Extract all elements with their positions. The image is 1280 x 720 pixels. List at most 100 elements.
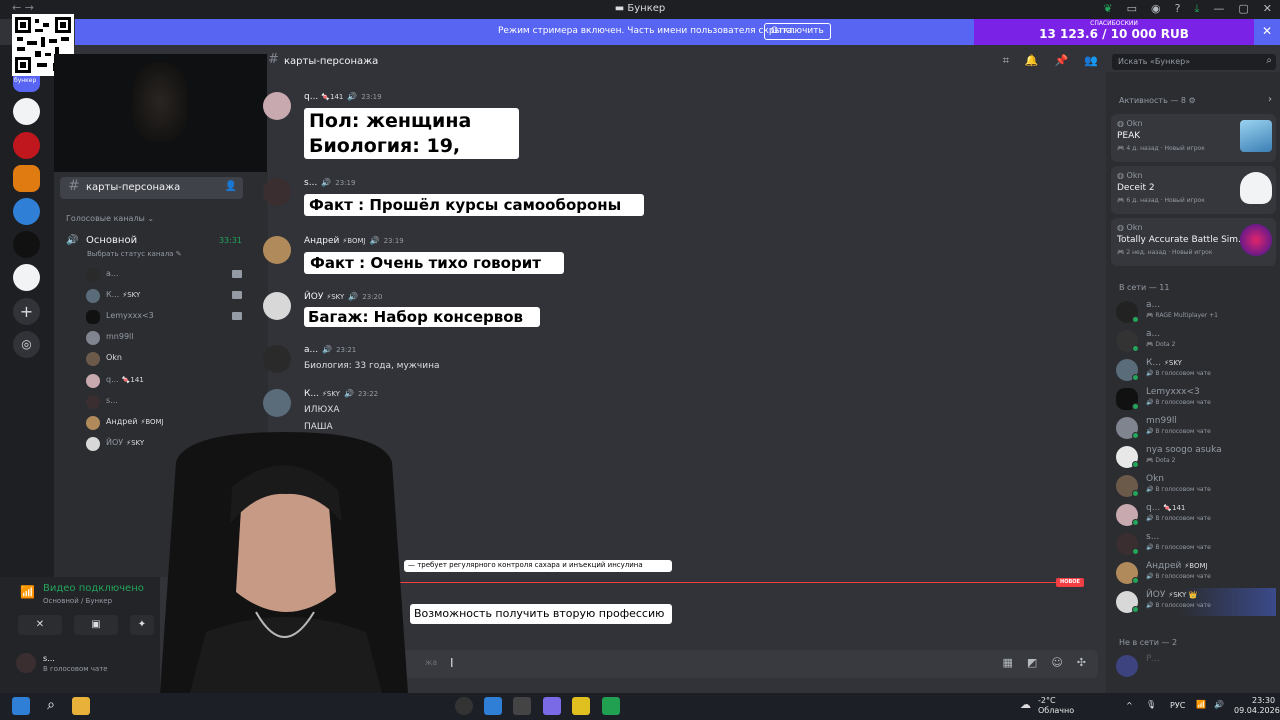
member-item[interactable]: Р...: [1116, 652, 1276, 680]
member-status: 🔊 В голосовом чате: [1146, 544, 1211, 551]
member-item[interactable]: Okn 🔊 В голосовом чате: [1116, 472, 1276, 500]
message-input[interactable]: жа I ▦ ◩ ☺ ✣: [400, 650, 1098, 678]
server-icon-4[interactable]: [13, 198, 40, 225]
gear-icon[interactable]: ⚙: [1189, 96, 1196, 105]
maximize-button[interactable]: ▢: [1238, 2, 1248, 16]
member-item[interactable]: К... ⚡SKY 🔊 В голосовом чате: [1116, 356, 1276, 384]
mic-icon[interactable]: 🎙: [1146, 700, 1156, 709]
character-card-image[interactable]: Факт : Очень тихо говорит: [304, 252, 564, 274]
message-author[interactable]: q...: [304, 92, 318, 102]
avatar[interactable]: [263, 345, 291, 373]
inbox-icon[interactable]: ▭: [1127, 2, 1137, 16]
user-avatar[interactable]: [16, 653, 36, 673]
tray-arrow-icon[interactable]: ^: [1126, 701, 1133, 710]
message-author[interactable]: а...: [304, 345, 318, 355]
message-author[interactable]: ЙОУ: [304, 292, 323, 302]
download-icon[interactable]: ⤓: [1195, 2, 1200, 16]
leaf-icon[interactable]: ❦: [1103, 2, 1112, 16]
member-item[interactable]: mn99ll 🔊 В голосовом чате: [1116, 414, 1276, 442]
server-icon-2[interactable]: [13, 132, 40, 159]
bell-icon[interactable]: 🔔: [1025, 54, 1039, 68]
voice-user[interactable]: s...: [86, 394, 242, 410]
member-item[interactable]: а... 🎮 Dota 2: [1116, 327, 1276, 355]
clock-date[interactable]: 09.04.2026: [1234, 706, 1280, 715]
members-icon[interactable]: 👥: [1084, 54, 1098, 68]
member-item[interactable]: q... 🍬141 🔊 В голосовом чате: [1116, 501, 1276, 529]
add-member-icon[interactable]: 👤: [225, 181, 237, 192]
character-card-partial[interactable]: — требует регулярного контроля сахара и …: [404, 560, 672, 572]
gif-icon[interactable]: ▦: [1003, 656, 1013, 669]
server-icon-5[interactable]: [13, 231, 40, 258]
add-server-icon[interactable]: +: [13, 298, 40, 325]
threads-icon[interactable]: ⌗: [1003, 54, 1009, 68]
app-icon[interactable]: [455, 697, 473, 715]
screen-share-button[interactable]: ▣: [74, 615, 118, 635]
help-icon[interactable]: ?: [1175, 2, 1181, 16]
message-author[interactable]: s...: [304, 178, 317, 188]
member-item[interactable]: nya soogo asuka 🎮 Dota 2: [1116, 443, 1276, 471]
voice-channel-main[interactable]: 🔊 Основной 33:31: [66, 234, 242, 250]
member-item[interactable]: Андрей ⚡BOMJ 🔊 В голосовом чате: [1116, 559, 1276, 587]
member-item[interactable]: ЙОУ ⚡SKY 👑 🔊 В голосовом чате: [1116, 588, 1276, 616]
message-header: а... 🔊 23:21: [304, 345, 356, 355]
camera-off-button[interactable]: ✕: [18, 615, 62, 635]
close-window-button[interactable]: ✕: [1263, 2, 1272, 16]
chevron-right-icon[interactable]: ›: [1268, 94, 1272, 105]
clock-time[interactable]: 23:30: [1252, 696, 1275, 705]
voice-status-prompt[interactable]: Выбрать статус канала ✎: [87, 250, 182, 258]
voice-user[interactable]: К... ⚡SKY: [86, 288, 242, 304]
search-input[interactable]: Искать «Бункер» ⌕: [1112, 54, 1276, 70]
character-card-image[interactable]: Пол: женщина Биология: 19,: [304, 108, 519, 159]
server-icon-6[interactable]: [13, 264, 40, 291]
app-icon[interactable]: [543, 697, 561, 715]
start-icon[interactable]: [12, 697, 30, 715]
nitro-icon[interactable]: ◉: [1151, 2, 1161, 16]
character-card-image[interactable]: Возможность получить вторую профессию: [410, 604, 672, 624]
voice-user[interactable]: Lemyxxx<3: [86, 309, 242, 325]
avatar[interactable]: [263, 178, 291, 206]
language-indicator[interactable]: РУС: [1170, 701, 1185, 710]
app-icon[interactable]: [602, 697, 620, 715]
disable-streamer-mode-button[interactable]: Отключить: [764, 23, 831, 40]
member-item[interactable]: Lemyxxx<3 🔊 В голосовом чате: [1116, 385, 1276, 413]
member-item[interactable]: а... 🎮 RAGE Multiplayer +1: [1116, 298, 1276, 326]
close-banner-icon[interactable]: ✕: [1262, 24, 1272, 38]
app-icon[interactable]: [572, 697, 590, 715]
message-header: К... ⚡SKY 🔊 23:22: [304, 389, 378, 399]
shield-icon[interactable]: [484, 697, 502, 715]
activity-card[interactable]: ◍ Okn Totally Accurate Battle Sim... 🎮 2…: [1111, 218, 1276, 266]
search-icon[interactable]: ⌕: [42, 697, 60, 715]
character-card-image[interactable]: Факт : Прошёл курсы самообороны: [304, 194, 644, 216]
avatar[interactable]: [263, 92, 291, 120]
avatar[interactable]: [263, 236, 291, 264]
voice-category[interactable]: Голосовые каналы ⌄: [66, 214, 154, 223]
voice-user[interactable]: mn99ll: [86, 330, 242, 346]
voice-user[interactable]: Okn: [86, 351, 242, 367]
message-author[interactable]: К...: [304, 389, 319, 399]
pin-icon[interactable]: 📌: [1055, 54, 1069, 68]
activity-card[interactable]: ◍ Okn Deceit 2 🎮 6 д. назад · Новый игро…: [1111, 166, 1276, 214]
explorer-icon[interactable]: [72, 697, 90, 715]
app-icon[interactable]: [513, 697, 531, 715]
hash-icon: #: [268, 52, 279, 67]
wifi-icon[interactable]: 📶: [1196, 700, 1206, 709]
camera-icon: [232, 270, 242, 278]
activity-card[interactable]: ◍ Okn PEAK 🎮 4 д. назад · Новый игрок: [1111, 114, 1276, 162]
member-item[interactable]: s... 🔊 В голосовом чате: [1116, 530, 1276, 558]
server-icon-1[interactable]: [13, 98, 40, 125]
server-icon-3[interactable]: [13, 165, 40, 192]
avatar[interactable]: [263, 389, 291, 417]
message-author[interactable]: Андрей: [304, 236, 339, 246]
explore-icon[interactable]: ◎: [13, 331, 40, 358]
channel-item-active[interactable]: # карты-персонажа 👤: [60, 177, 243, 199]
character-card-image[interactable]: Багаж: Набор консервов: [304, 307, 540, 327]
sticker-icon[interactable]: ◩: [1027, 656, 1037, 669]
voice-user[interactable]: q... 🍬141: [86, 373, 242, 389]
avatar[interactable]: [263, 292, 291, 320]
apps-icon[interactable]: ✣: [1077, 656, 1086, 669]
voice-user[interactable]: а...: [86, 267, 242, 283]
emoji-icon[interactable]: ☺: [1051, 656, 1062, 669]
minimize-button[interactable]: —: [1213, 2, 1224, 16]
volume-icon[interactable]: 🔊: [1214, 700, 1224, 709]
voice-user[interactable]: Андрей ⚡BOMJ: [86, 415, 242, 431]
